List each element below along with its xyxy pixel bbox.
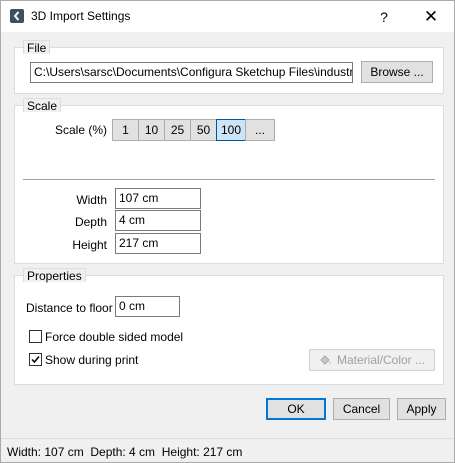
depth-field[interactable]: 4 cm	[115, 210, 201, 231]
app-icon	[10, 9, 24, 23]
ok-button[interactable]: OK	[266, 398, 326, 420]
checkmark-icon	[31, 356, 40, 364]
scale-option-50[interactable]: 50	[190, 119, 217, 141]
browse-button[interactable]: Browse ...	[361, 61, 433, 83]
double-sided-checkbox[interactable]	[29, 330, 42, 343]
depth-label: Depth	[74, 215, 107, 229]
import-settings-dialog: 3D Import Settings ? ✕ File C:\Users\sar…	[0, 0, 455, 463]
status-bar: Width: 107 cm Depth: 4 cm Height: 217 cm	[1, 438, 454, 462]
scale-group: Scale Scale (%) 1 10 25 50 100... Width 107 …	[14, 98, 444, 264]
window-title: 3D Import Settings	[31, 9, 131, 23]
file-group: File C:\Users\sarsc\Documents\Configura …	[14, 40, 444, 94]
close-button[interactable]: ✕	[409, 1, 453, 32]
scale-label: Scale (%)	[54, 123, 107, 137]
height-label: Height	[72, 238, 107, 252]
cancel-button[interactable]: Cancel	[333, 398, 390, 420]
scale-more-button[interactable]: ...	[245, 119, 275, 141]
properties-legend: Properties	[23, 268, 86, 283]
apply-button[interactable]: Apply	[397, 398, 446, 420]
title-bar[interactable]: 3D Import Settings ? ✕	[1, 1, 454, 32]
scale-legend: Scale	[23, 98, 62, 113]
help-button[interactable]: ?	[362, 1, 406, 32]
material-color-label: Material/Color ...	[336, 353, 426, 367]
status-text: Width: 107 cm Depth: 4 cm Height: 217 cm	[7, 445, 243, 459]
paint-bucket-icon	[320, 355, 331, 365]
show-print-checkbox[interactable]	[29, 353, 42, 366]
scale-option-1[interactable]: 1	[112, 119, 139, 141]
scale-option-25[interactable]: 25	[164, 119, 191, 141]
height-field[interactable]: 217 cm	[115, 233, 201, 254]
width-label: Width	[76, 193, 107, 207]
distance-label: Distance to floor	[26, 301, 113, 315]
double-sided-label[interactable]: Force double sided model	[45, 330, 183, 344]
width-field[interactable]: 107 cm	[115, 188, 201, 209]
distance-field[interactable]: 0 cm	[115, 296, 180, 317]
properties-group: Properties Distance to floor 0 cm Force …	[14, 268, 444, 385]
file-path-field[interactable]: C:\Users\sarsc\Documents\Configura Sketc…	[30, 62, 353, 83]
scale-separator	[23, 179, 435, 180]
scale-option-10[interactable]: 10	[138, 119, 165, 141]
material-color-button[interactable]: Material/Color ...	[309, 349, 435, 371]
file-legend: File	[23, 40, 51, 55]
show-print-label[interactable]: Show during print	[45, 353, 138, 367]
scale-option-100[interactable]: 100	[216, 119, 246, 141]
